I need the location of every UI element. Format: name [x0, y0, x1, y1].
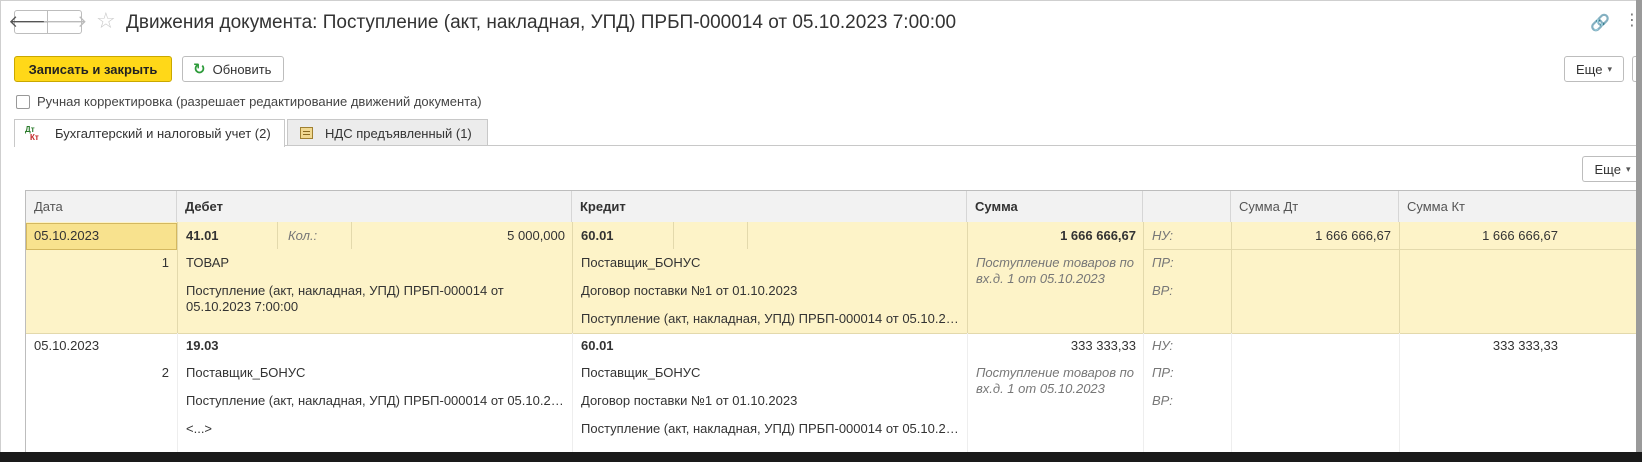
tab-vat[interactable]: НДС предъявленный (1)	[287, 119, 488, 146]
row2-number: 2	[161, 365, 169, 380]
arrow-right-icon: 🡒	[41, 12, 88, 31]
column-divider	[177, 333, 178, 452]
column-divider	[277, 222, 278, 249]
row1-vr-label: ВР:	[1152, 283, 1173, 298]
register-icon	[300, 127, 313, 139]
column-divider	[1143, 333, 1144, 452]
row2-credit-sub2: Договор поставки №1 от 01.10.2023	[581, 393, 798, 408]
dt-kt-icon: Дт Кт	[25, 125, 47, 142]
row1-date: 05.10.2023	[34, 228, 100, 243]
col-amount[interactable]: Сумма	[967, 191, 1143, 222]
row2-vr-label: ВР:	[1152, 393, 1173, 408]
row2-debit-sub2: Поступление (акт, накладная, УПД) ПРБП-0…	[186, 393, 566, 408]
row1-qty-label: Кол.:	[288, 228, 318, 243]
chevron-down-icon: ▾	[1607, 63, 1612, 74]
row1-number: 1	[161, 255, 169, 270]
column-divider	[673, 222, 674, 249]
window-title: Движения документа: Поступление (акт, на…	[126, 12, 957, 33]
row2-amount: 333 333,33	[1070, 338, 1136, 353]
row2-credit-sub1: Поставщик_БОНУС	[581, 365, 701, 380]
favorite-star-icon[interactable]: ☆	[96, 9, 116, 33]
column-divider	[351, 222, 352, 249]
chevron-down-icon: ▾	[1625, 163, 1631, 174]
col-credit[interactable]: Кредит	[572, 191, 967, 222]
row1-debit-account: 41.01	[186, 228, 219, 243]
link-icon[interactable]: 🔗	[1590, 13, 1610, 33]
refresh-button[interactable]: ↻ Обновить	[182, 56, 284, 82]
more-button[interactable]: Еще ▾	[1564, 56, 1624, 82]
tab-vat-label: НДС предъявленный (1)	[325, 125, 472, 141]
col-debit[interactable]: Дебет	[177, 191, 572, 222]
column-divider	[1231, 333, 1232, 452]
table-more-label: Еще	[1594, 161, 1621, 177]
column-divider	[967, 222, 968, 333]
row2-debit-sub1: Поставщик_БОНУС	[186, 365, 306, 380]
row2-pr-label: ПР:	[1152, 365, 1174, 380]
row1-credit-account: 60.01	[581, 228, 614, 243]
row1-amount-kt: 1 666 666,67	[1482, 228, 1558, 243]
row1-nu-label: НУ:	[1152, 228, 1174, 243]
column-divider	[177, 222, 178, 333]
row1-debit-sub1: ТОВАР	[186, 255, 230, 270]
column-divider	[572, 333, 573, 452]
row2-amount-kt: 333 333,33	[1492, 338, 1558, 353]
refresh-icon: ↻	[193, 61, 206, 78]
row2-credit-account: 60.01	[581, 338, 614, 353]
manual-correction-label: Ручная корректировка (разрешает редактир…	[37, 94, 482, 109]
row1-credit-sub1: Поставщик_БОНУС	[581, 255, 701, 270]
more-label: Еще	[1576, 61, 1603, 77]
row2-nu-label: НУ:	[1152, 338, 1174, 353]
column-divider	[572, 222, 573, 333]
column-divider	[1143, 222, 1144, 333]
save-and-close-label: Записать и закрыть	[28, 61, 158, 77]
forward-button[interactable]: 🡒	[42, 10, 87, 34]
column-divider	[1399, 222, 1400, 333]
column-divider	[1399, 333, 1400, 452]
row1-credit-sub2: Договор поставки №1 от 01.10.2023	[581, 283, 798, 298]
row-divider	[1143, 249, 1642, 250]
column-divider	[747, 222, 748, 249]
row2-debit-sub3: <...>	[186, 421, 213, 436]
kt-label: Кт	[30, 132, 39, 142]
movements-table: Дата Дебет Кредит Сумма Сумма Дт Сумма К…	[25, 190, 1642, 452]
col-date[interactable]: Дата	[26, 191, 177, 222]
table-header: Дата Дебет Кредит Сумма Сумма Дт Сумма К…	[26, 191, 1642, 223]
save-and-close-button[interactable]: Записать и закрыть	[14, 56, 172, 82]
column-divider	[967, 333, 968, 452]
tab-accounting[interactable]: Дт Кт Бухгалтерский и налоговый учет (2)	[14, 119, 285, 147]
row1-amount-dt: 1 666 666,67	[1315, 228, 1391, 243]
row1-debit-sub2: Поступление (акт, накладная, УПД) ПРБП-0…	[186, 283, 504, 314]
row1-amount: 1 666 666,67	[1060, 228, 1136, 243]
window-edge	[0, 452, 1642, 462]
row1-pr-label: ПР:	[1152, 255, 1174, 270]
table-more-button[interactable]: Еще ▾	[1582, 156, 1642, 182]
row2-content: Поступление товаров по вх.д. 1 от 05.10.…	[976, 365, 1135, 396]
column-divider	[1231, 222, 1232, 333]
tab-accounting-label: Бухгалтерский и налоговый учет (2)	[55, 126, 271, 141]
col-amount-kt[interactable]: Сумма Кт	[1399, 191, 1642, 222]
row2-date: 05.10.2023	[34, 338, 100, 353]
col-amount-dt[interactable]: Сумма Дт	[1231, 191, 1399, 222]
row1-credit-sub3: Поступление (акт, накладная, УПД) ПРБП-0…	[581, 311, 961, 326]
window-edge	[1636, 0, 1642, 462]
manual-correction-checkbox[interactable]	[16, 95, 30, 109]
row1-qty-value: 5 000,000	[507, 228, 565, 243]
col-register[interactable]	[1143, 191, 1231, 222]
row2-debit-account: 19.03	[186, 338, 219, 353]
row1-content: Поступление товаров по вх.д. 1 от 05.10.…	[976, 255, 1135, 286]
refresh-label: Обновить	[212, 61, 272, 77]
row2-credit-sub3: Поступление (акт, накладная, УПД) ПРБП-0…	[581, 421, 961, 436]
